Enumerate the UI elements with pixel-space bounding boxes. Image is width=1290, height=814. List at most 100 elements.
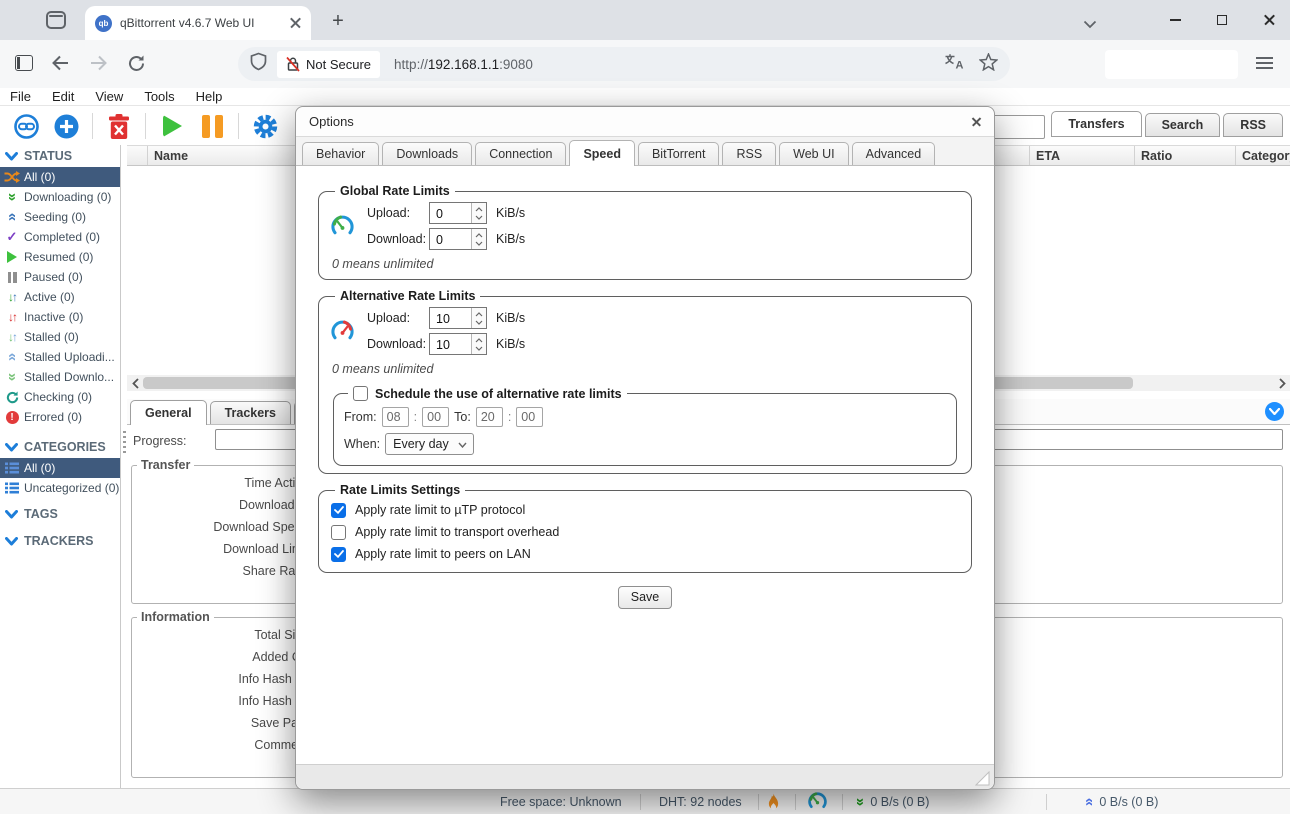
lan-rate-limit-option[interactable]: Apply rate limit to peers on LAN [331,543,959,565]
sidebar-category-uncategorized[interactable]: Uncategorized (0) [0,478,120,498]
utp-rate-limit-option[interactable]: Apply rate limit to µTP protocol [331,499,959,521]
url-text[interactable]: http://192.168.1.1:9080 [394,57,533,72]
spinner-buttons[interactable] [471,334,486,354]
scroll-right-icon[interactable] [1274,375,1290,391]
from-minute-input[interactable]: 00 [422,407,449,427]
tab-search-chevron-icon[interactable] [1083,16,1097,34]
tab-behavior[interactable]: Behavior [302,142,379,165]
lan-checkbox[interactable] [331,547,346,562]
address-bar[interactable]: Not Secure http://192.168.1.1:9080 A [238,47,1010,81]
column-ratio[interactable]: Ratio [1135,146,1236,165]
sidebar-item-stalled-downloading[interactable]: » Stalled Downlo... [0,367,120,387]
window-minimize-button[interactable] [1152,0,1198,40]
menu-help[interactable]: Help [196,89,223,104]
download-rate-status[interactable]: » 0 B/s (0 B) [856,789,929,814]
utp-checkbox[interactable] [331,503,346,518]
spinner-buttons[interactable] [471,229,486,249]
options-gear-icon[interactable] [251,112,279,140]
sidebar-item-stalled-uploading[interactable]: » Stalled Uploadi... [0,347,120,367]
tab-webui[interactable]: Web UI [779,142,848,165]
tab-rss[interactable]: RSS [1223,113,1283,137]
options-dialog-titlebar[interactable]: Options [296,107,994,137]
spinner-buttons[interactable] [471,308,486,328]
sidebar-item-paused[interactable]: Paused (0) [0,267,120,287]
sidebar-item-checking[interactable]: Checking (0) [0,387,120,407]
refresh-icon[interactable] [127,54,146,78]
global-download-limit-input[interactable]: 0 [429,228,487,250]
back-icon[interactable] [50,53,71,78]
trackers-section-header[interactable]: TRACKERS [0,530,120,552]
collapse-panel-icon[interactable] [1265,402,1284,421]
dht-status[interactable]: DHT: 92 nodes [659,789,742,814]
save-button[interactable]: Save [618,586,673,609]
to-minute-input[interactable]: 00 [516,407,543,427]
menu-edit[interactable]: Edit [52,89,74,104]
column-eta[interactable]: ETA [1030,146,1135,165]
when-select[interactable]: Every day [385,433,474,455]
status-section-header[interactable]: STATUS [0,145,120,167]
tab-advanced[interactable]: Advanced [852,142,936,165]
sidebar-item-active[interactable]: ↓↑ Active (0) [0,287,120,307]
window-maximize-button[interactable] [1199,0,1245,40]
alt-download-limit-input[interactable]: 10 [429,333,487,355]
tab-search[interactable]: Search [1145,113,1221,137]
speed-gauge-icon[interactable] [808,789,827,814]
tab-group-icon[interactable] [46,11,66,29]
schedule-checkbox[interactable] [353,386,368,401]
tab-downloads[interactable]: Downloads [382,142,472,165]
tab-rss-options[interactable]: RSS [722,142,776,165]
alt-speed-flame-icon[interactable] [767,789,780,814]
tab-general[interactable]: General [130,400,207,425]
extension-area[interactable] [1105,50,1238,79]
sidebar-item-seeding[interactable]: » Seeding (0) [0,207,120,227]
column-status-icon[interactable] [127,146,148,165]
tab-trackers[interactable]: Trackers [210,401,291,424]
categories-section-header[interactable]: CATEGORIES [0,436,120,458]
tab-transfers[interactable]: Transfers [1051,111,1141,137]
bookmark-star-icon[interactable] [979,53,998,76]
overhead-rate-limit-option[interactable]: Apply rate limit to transport overhead [331,521,959,543]
window-close-button[interactable] [1246,0,1290,40]
shield-icon[interactable] [250,52,267,76]
browser-tab[interactable]: qb qBittorrent v4.6.7 Web UI [85,6,311,40]
sidebar-item-stalled[interactable]: ↓↑ Stalled (0) [0,327,120,347]
dialog-close-button[interactable] [972,114,981,129]
column-category[interactable]: Category [1236,146,1290,165]
translate-icon[interactable]: A [944,53,965,75]
tab-speed[interactable]: Speed [569,140,635,166]
delete-icon[interactable] [105,112,133,140]
sidebar-item-completed[interactable]: ✓ Completed (0) [0,227,120,247]
tab-connection[interactable]: Connection [475,142,566,165]
to-hour-input[interactable]: 20 [476,407,503,427]
menu-file[interactable]: File [10,89,31,104]
sidebar-item-inactive[interactable]: ↓↑ Inactive (0) [0,307,120,327]
browser-menu-icon[interactable] [1256,57,1273,70]
add-torrent-link-icon[interactable] [12,112,40,140]
menu-view[interactable]: View [95,89,123,104]
new-tab-button[interactable]: + [324,7,352,35]
sidebar-item-downloading[interactable]: » Downloading (0) [0,187,120,207]
tab-bittorrent[interactable]: BitTorrent [638,142,720,165]
resume-icon[interactable] [158,112,186,140]
sidebar-category-all[interactable]: All (0) [0,458,120,478]
menu-tools[interactable]: Tools [144,89,174,104]
tab-close-icon[interactable] [290,18,301,29]
tags-section-header[interactable]: TAGS [0,503,120,525]
sidebar-item-errored[interactable]: ! Errored (0) [0,407,120,427]
sidebar-item-resumed[interactable]: Resumed (0) [0,247,120,267]
side-panel-icon[interactable] [15,55,33,71]
upload-rate-status[interactable]: » 0 B/s (0 B) [1085,789,1158,814]
from-hour-input[interactable]: 08 [382,407,409,427]
overhead-checkbox[interactable] [331,525,346,540]
alt-upload-limit-input[interactable]: 10 [429,307,487,329]
sidebar-item-all[interactable]: All (0) [0,167,120,187]
add-torrent-file-icon[interactable] [52,112,80,140]
not-secure-chip[interactable]: Not Secure [277,51,380,78]
resize-handle-icon[interactable] [975,771,990,786]
forward-icon[interactable] [88,53,109,78]
pause-icon[interactable] [198,112,226,140]
scroll-left-icon[interactable] [127,375,143,391]
sidebar-splitter[interactable] [120,145,127,788]
global-upload-limit-input[interactable]: 0 [429,202,487,224]
spinner-buttons[interactable] [471,203,486,223]
